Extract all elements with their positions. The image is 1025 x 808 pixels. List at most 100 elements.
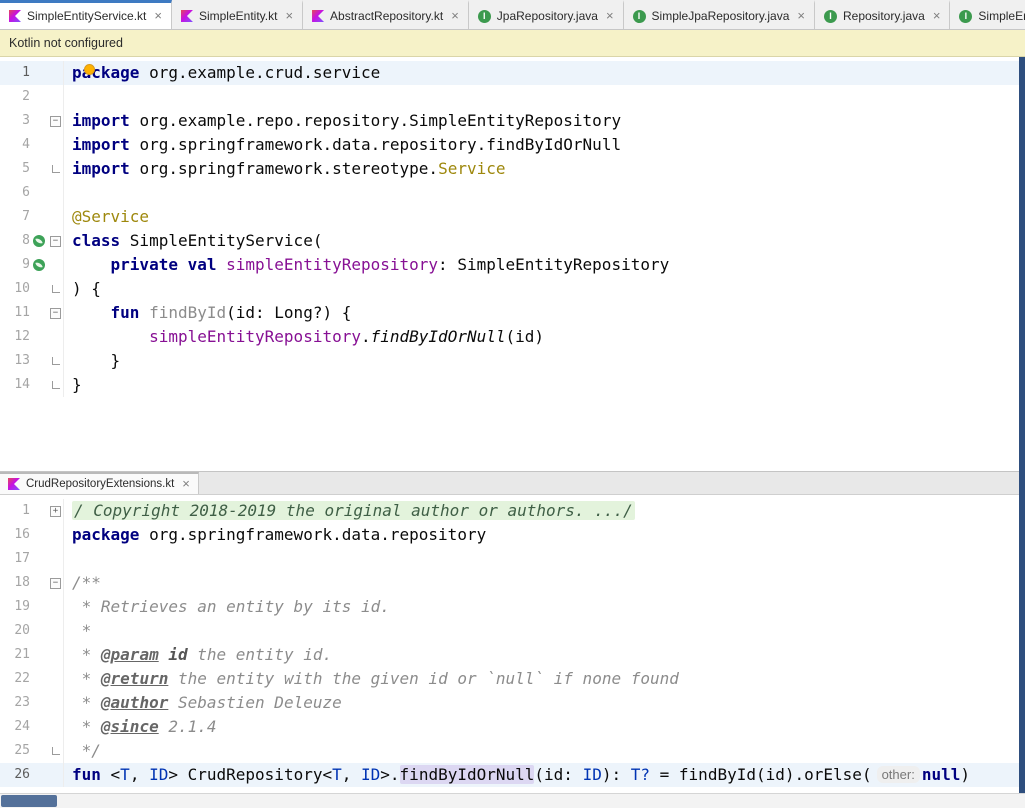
code-line-4[interactable]: 4 import org.springframework.data.reposit…	[0, 133, 1025, 157]
code-line-16[interactable]: 16 package org.springframework.data.repos…	[0, 523, 1025, 547]
intention-bulb-icon[interactable]	[84, 64, 95, 75]
horizontal-scrollbar[interactable]	[0, 793, 1025, 808]
editor-tab-simplejparepository-java[interactable]: I SimpleJpaRepository.java ×	[623, 0, 815, 29]
line-number[interactable]: 9	[0, 253, 30, 277]
line-number[interactable]: 26	[0, 763, 30, 787]
tab-close-icon[interactable]: ×	[285, 9, 293, 22]
line-number[interactable]: 14	[0, 373, 30, 397]
line-number[interactable]: 19	[0, 595, 30, 619]
code-line-1[interactable]: 1 package org.example.crud.service	[0, 61, 1025, 85]
gutter[interactable]: 10	[0, 277, 64, 301]
fold-end-icon[interactable]	[51, 285, 60, 293]
editor-tab-simpleentityre[interactable]: ISimpleEntityRe×	[950, 0, 1025, 29]
line-number[interactable]: 5	[0, 157, 30, 181]
line-number[interactable]: 2	[0, 85, 30, 109]
fold-end-icon[interactable]	[51, 165, 60, 173]
tab-close-icon[interactable]: ×	[797, 9, 805, 22]
line-number[interactable]: 3	[0, 109, 30, 133]
line-number[interactable]: 17	[0, 547, 30, 571]
line-number[interactable]: 8	[0, 229, 30, 253]
editor-top[interactable]: 1 package org.example.crud.service 2 3− impo…	[0, 57, 1025, 471]
gutter[interactable]: 11 −	[0, 301, 64, 325]
line-number[interactable]: 7	[0, 205, 30, 229]
fold-collapse-icon[interactable]: −	[50, 235, 61, 247]
code-line-8[interactable]: 8− class SimpleEntityService(	[0, 229, 1025, 253]
spring-bean-icon[interactable]	[33, 235, 45, 247]
gutter[interactable]: 19	[0, 595, 64, 619]
fold-end-icon[interactable]	[51, 357, 60, 365]
gutter[interactable]: 25	[0, 739, 64, 763]
gutter[interactable]: 8−	[0, 229, 64, 253]
code-line-23[interactable]: 23 * @author Sebastien Deleuze	[0, 691, 1025, 715]
line-number[interactable]: 21	[0, 643, 30, 667]
code-line-13[interactable]: 13 }	[0, 349, 1025, 373]
line-number[interactable]: 20	[0, 619, 30, 643]
editor-tab-simpleentity-kt[interactable]: SimpleEntity.kt ×	[171, 0, 304, 29]
spring-bean-icon[interactable]	[33, 259, 45, 271]
line-number[interactable]: 4	[0, 133, 30, 157]
line-number[interactable]: 25	[0, 739, 30, 763]
editor-bottom[interactable]: 1 + / Copyright 2018-2019 the original aut…	[0, 495, 1025, 793]
code-line-3[interactable]: 3− import org.example.repo.repository.Sim…	[0, 109, 1025, 133]
code-line-18[interactable]: 18 −/**	[0, 571, 1025, 595]
gutter[interactable]: 24	[0, 715, 64, 739]
gutter[interactable]: 6	[0, 181, 64, 205]
fold-collapse-icon[interactable]: −	[50, 577, 61, 589]
code-line-5[interactable]: 5 import org.springframework.stereotype.S…	[0, 157, 1025, 181]
line-number[interactable]: 22	[0, 667, 30, 691]
gutter[interactable]: 2	[0, 85, 64, 109]
editor-tab-simpleentityservice-kt[interactable]: SimpleEntityService.kt ×	[0, 0, 172, 29]
gutter[interactable]: 26	[0, 763, 64, 787]
line-number[interactable]: 10	[0, 277, 30, 301]
gutter[interactable]: 1 +	[0, 499, 64, 523]
gutter[interactable]: 22	[0, 667, 64, 691]
gutter[interactable]: 17	[0, 547, 64, 571]
line-number[interactable]: 1	[0, 61, 30, 85]
fold-expand-icon[interactable]: +	[50, 505, 61, 517]
gutter[interactable]: 20	[0, 619, 64, 643]
code-line-10[interactable]: 10) {	[0, 277, 1025, 301]
fold-collapse-icon[interactable]: −	[50, 115, 61, 127]
code-line-2[interactable]: 2	[0, 85, 1025, 109]
line-number[interactable]: 13	[0, 349, 30, 373]
line-number[interactable]: 11	[0, 301, 30, 325]
code-line-26[interactable]: 26 fun <T, ID> CrudRepository<T, ID>.find…	[0, 763, 1025, 787]
line-number[interactable]: 24	[0, 715, 30, 739]
gutter[interactable]: 16	[0, 523, 64, 547]
gutter[interactable]: 5	[0, 157, 64, 181]
code-line-1[interactable]: 1 + / Copyright 2018-2019 the original aut…	[0, 499, 1025, 523]
tab-close-icon[interactable]: ×	[451, 9, 459, 22]
vertical-scrollbar[interactable]	[1019, 57, 1025, 793]
gutter[interactable]: 3−	[0, 109, 64, 133]
horizontal-scrollbar-thumb[interactable]	[1, 795, 57, 807]
gutter[interactable]: 4	[0, 133, 64, 157]
line-number[interactable]: 1	[0, 499, 30, 523]
gutter[interactable]: 13	[0, 349, 64, 373]
editor-tab-abstractrepository-kt[interactable]: AbstractRepository.kt ×	[303, 0, 469, 29]
fold-end-icon[interactable]	[51, 381, 60, 389]
fold-collapse-icon[interactable]: −	[50, 307, 61, 319]
gutter[interactable]: 18 −	[0, 571, 64, 595]
gutter[interactable]: 12	[0, 325, 64, 349]
code-line-9[interactable]: 9 private val simpleEntityRepository: Si…	[0, 253, 1025, 277]
code-line-14[interactable]: 14}	[0, 373, 1025, 397]
gutter[interactable]: 1	[0, 61, 64, 85]
fold-end-icon[interactable]	[51, 747, 60, 755]
line-number[interactable]: 6	[0, 181, 30, 205]
tab-close-icon[interactable]: ×	[182, 477, 190, 490]
line-number[interactable]: 18	[0, 571, 30, 595]
code-line-22[interactable]: 22 * @return the entity with the given i…	[0, 667, 1025, 691]
code-line-19[interactable]: 19 * Retrieves an entity by its id.	[0, 595, 1025, 619]
editor-tab-repository-java[interactable]: I Repository.java ×	[814, 0, 951, 29]
code-line-12[interactable]: 12 simpleEntityRepository.findByIdOrNull…	[0, 325, 1025, 349]
gutter[interactable]: 14	[0, 373, 64, 397]
editor-tab-jparepository-java[interactable]: I JpaRepository.java ×	[468, 0, 624, 29]
tab-close-icon[interactable]: ×	[606, 9, 614, 22]
code-line-20[interactable]: 20 *	[0, 619, 1025, 643]
code-line-21[interactable]: 21 * @param id the entity id.	[0, 643, 1025, 667]
editor-tab-crudrepositoryextensions-kt[interactable]: CrudRepositoryExtensions.kt ×	[0, 472, 199, 494]
code-line-7[interactable]: 7 @Service	[0, 205, 1025, 229]
gutter[interactable]: 7	[0, 205, 64, 229]
line-number[interactable]: 23	[0, 691, 30, 715]
line-number[interactable]: 16	[0, 523, 30, 547]
